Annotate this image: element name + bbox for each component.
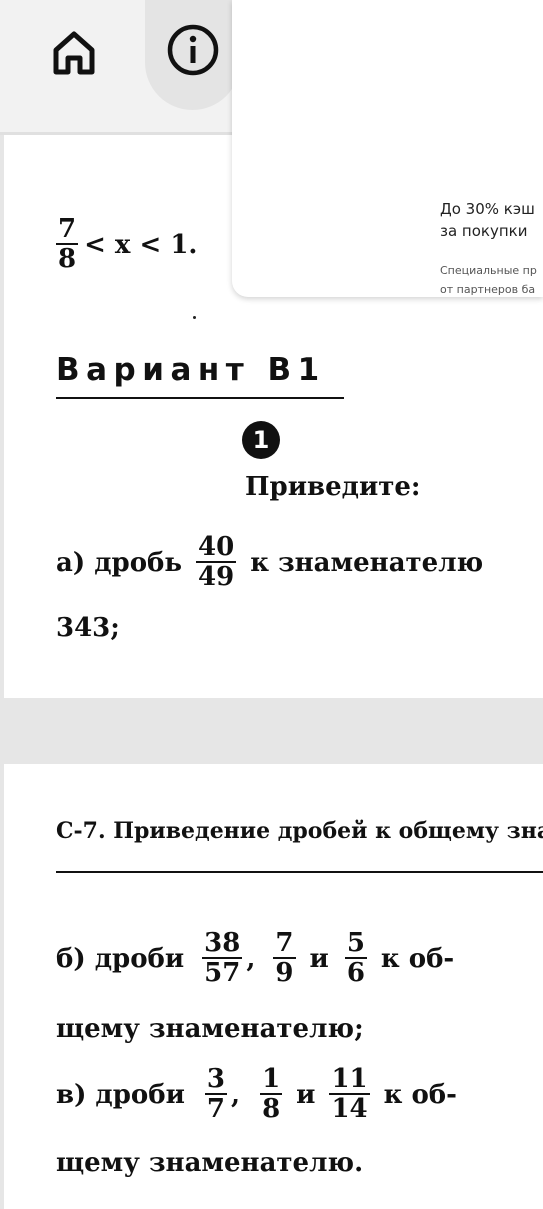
inequality: 7 8 < x < 1. bbox=[56, 214, 198, 275]
fraction-numerator: 1 bbox=[262, 1064, 281, 1094]
task-heading: Приведите: bbox=[245, 472, 421, 502]
item-a-continuation: 343; bbox=[56, 613, 120, 643]
fraction-numerator: 11 bbox=[331, 1064, 368, 1094]
fraction-numerator: 5 bbox=[346, 928, 365, 958]
popup-headline-1: До 30% кэш bbox=[440, 200, 535, 218]
fraction-numerator: 7 bbox=[58, 214, 77, 244]
info-button[interactable] bbox=[145, 0, 240, 110]
fraction-numerator: 3 bbox=[206, 1064, 225, 1094]
comma: , bbox=[231, 1079, 241, 1110]
fraction-denominator: 8 bbox=[260, 1093, 283, 1125]
item-a-suffix: к знаменателю bbox=[250, 547, 484, 578]
fraction-numerator: 7 bbox=[275, 928, 294, 958]
section-underline bbox=[56, 871, 543, 873]
fraction-denominator: 57 bbox=[202, 957, 243, 989]
fraction-38-57: 38 57 bbox=[202, 928, 243, 989]
fraction-1-8: 1 8 bbox=[260, 1064, 283, 1125]
fraction-denominator: 8 bbox=[56, 243, 79, 275]
fraction-7-8: 7 8 bbox=[56, 214, 79, 275]
fraction-11-14: 11 14 bbox=[329, 1064, 370, 1125]
section-title: С-7. Приведение дробей к общему знам bbox=[56, 818, 543, 844]
item-a-prefix: а) дробь bbox=[56, 547, 183, 578]
home-button[interactable] bbox=[40, 18, 108, 86]
fraction-numerator: 38 bbox=[204, 928, 241, 958]
task-item-b: б) дроби 38 57 , 7 9 и 5 6 к об- bbox=[56, 928, 455, 989]
fraction-5-6: 5 6 bbox=[344, 928, 367, 989]
item-b-continuation: щему знаменателю; bbox=[56, 1014, 364, 1044]
item-v-suffix: к об- bbox=[383, 1079, 457, 1110]
task-item-a: а) дробь 40 49 к знаменателю bbox=[56, 532, 484, 593]
task-number-badge: 1 bbox=[242, 421, 280, 459]
task-item-v: в) дроби 3 7 , 1 8 и 11 14 к об- bbox=[56, 1064, 457, 1125]
fraction-40-49: 40 49 bbox=[196, 532, 237, 593]
info-icon bbox=[167, 24, 218, 76]
item-v-continuation: щему знаменателю. bbox=[56, 1148, 364, 1178]
variant-title: Вариант В1 bbox=[56, 352, 326, 388]
cashback-popup[interactable]: До 30% кэш за покупки Специальные пр от … bbox=[232, 0, 543, 297]
fraction-denominator: 6 bbox=[344, 957, 367, 989]
item-b-prefix: б) дроби bbox=[56, 943, 185, 974]
fraction-denominator: 9 bbox=[273, 957, 296, 989]
fraction-denominator: 49 bbox=[196, 561, 237, 593]
fraction-7-9: 7 9 bbox=[273, 928, 296, 989]
speck bbox=[193, 316, 196, 319]
fraction-3-7: 3 7 bbox=[204, 1064, 227, 1125]
fraction-denominator: 14 bbox=[329, 1093, 370, 1125]
popup-subtext-2: от партнеров ба bbox=[440, 283, 536, 296]
popup-subtext-1: Специальные пр bbox=[440, 264, 537, 277]
fraction-denominator: 7 bbox=[204, 1093, 227, 1125]
conjunction: и bbox=[296, 1079, 316, 1110]
item-v-prefix: в) дроби bbox=[56, 1079, 185, 1110]
fraction-numerator: 40 bbox=[198, 532, 235, 562]
variant-underline bbox=[56, 397, 344, 399]
inequality-rest: < x < 1. bbox=[84, 229, 198, 260]
comma: , bbox=[246, 943, 256, 974]
conjunction: и bbox=[309, 943, 329, 974]
home-icon bbox=[53, 31, 95, 75]
popup-headline-2: за покупки bbox=[440, 222, 528, 240]
item-b-suffix: к об- bbox=[380, 943, 455, 974]
